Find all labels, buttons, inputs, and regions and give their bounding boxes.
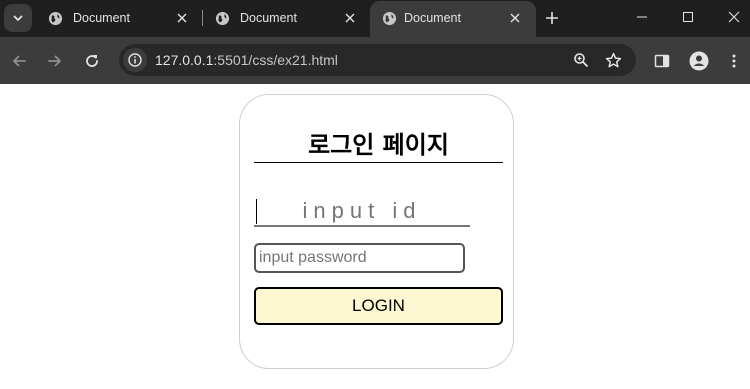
tab-strip: Document Document Document [0, 0, 750, 37]
avatar-icon [689, 51, 709, 71]
tab-3-close-icon[interactable] [507, 10, 523, 26]
close-window-button[interactable] [722, 6, 746, 28]
password-input[interactable] [254, 243, 465, 273]
tab-2[interactable]: Document [203, 0, 369, 37]
title-underline [254, 162, 503, 163]
profile-button[interactable] [687, 49, 711, 73]
text-caret [256, 199, 257, 224]
globe-icon [382, 11, 397, 26]
kebab-menu-icon [732, 54, 736, 68]
plus-icon [546, 12, 558, 24]
tab-2-close-icon[interactable] [342, 10, 358, 26]
url-text[interactable]: 127.0.0.1:5501/css/ex21.html [155, 52, 338, 68]
star-icon [605, 52, 621, 67]
maximize-icon [683, 12, 693, 22]
globe-icon [48, 11, 63, 26]
close-icon [728, 11, 740, 23]
info-icon [128, 53, 142, 67]
side-panel-icon [654, 54, 670, 68]
site-info-button[interactable] [123, 48, 147, 72]
reload-icon [86, 55, 98, 67]
address-bar[interactable]: 127.0.0.1:5501/css/ex21.html [119, 44, 636, 76]
tab-3-title: Document [404, 11, 461, 25]
arrow-left-icon [13, 55, 26, 67]
menu-button[interactable] [722, 49, 746, 73]
url-host: 127.0.0.1 [155, 52, 214, 68]
login-box: 로그인 페이지 LOGIN [239, 94, 514, 369]
zoom-icon [574, 53, 589, 68]
tab-3-active[interactable]: Document [370, 1, 536, 37]
browser-window: Document Document Document 127.0.0.1:550… [0, 0, 750, 389]
side-panel-button[interactable] [650, 49, 674, 73]
login-button[interactable]: LOGIN [254, 287, 503, 325]
reload-button[interactable] [80, 49, 104, 73]
tab-1-close-icon[interactable] [174, 10, 190, 26]
bookmark-button[interactable] [601, 48, 625, 72]
page-title: 로그인 페이지 [308, 131, 449, 159]
minimize-icon [637, 16, 647, 18]
zoom-button[interactable] [569, 48, 593, 72]
url-path: :5501/css/ex21.html [213, 52, 338, 68]
tab-1-title: Document [73, 11, 130, 25]
new-tab-button[interactable] [542, 8, 562, 28]
maximize-button[interactable] [676, 6, 700, 28]
page-viewport: 로그인 페이지 LOGIN [0, 84, 750, 389]
browser-toolbar: 127.0.0.1:5501/css/ex21.html [0, 37, 750, 84]
chevron-down-icon [13, 15, 23, 21]
id-input[interactable] [254, 197, 470, 227]
arrow-right-icon [48, 55, 61, 67]
globe-icon [215, 11, 230, 26]
minimize-button[interactable] [630, 6, 654, 28]
tab-2-title: Document [240, 11, 297, 25]
forward-button[interactable] [43, 49, 67, 73]
tab-1[interactable]: Document [36, 0, 202, 37]
back-button[interactable] [7, 49, 31, 73]
tab-search-button[interactable] [4, 4, 32, 32]
